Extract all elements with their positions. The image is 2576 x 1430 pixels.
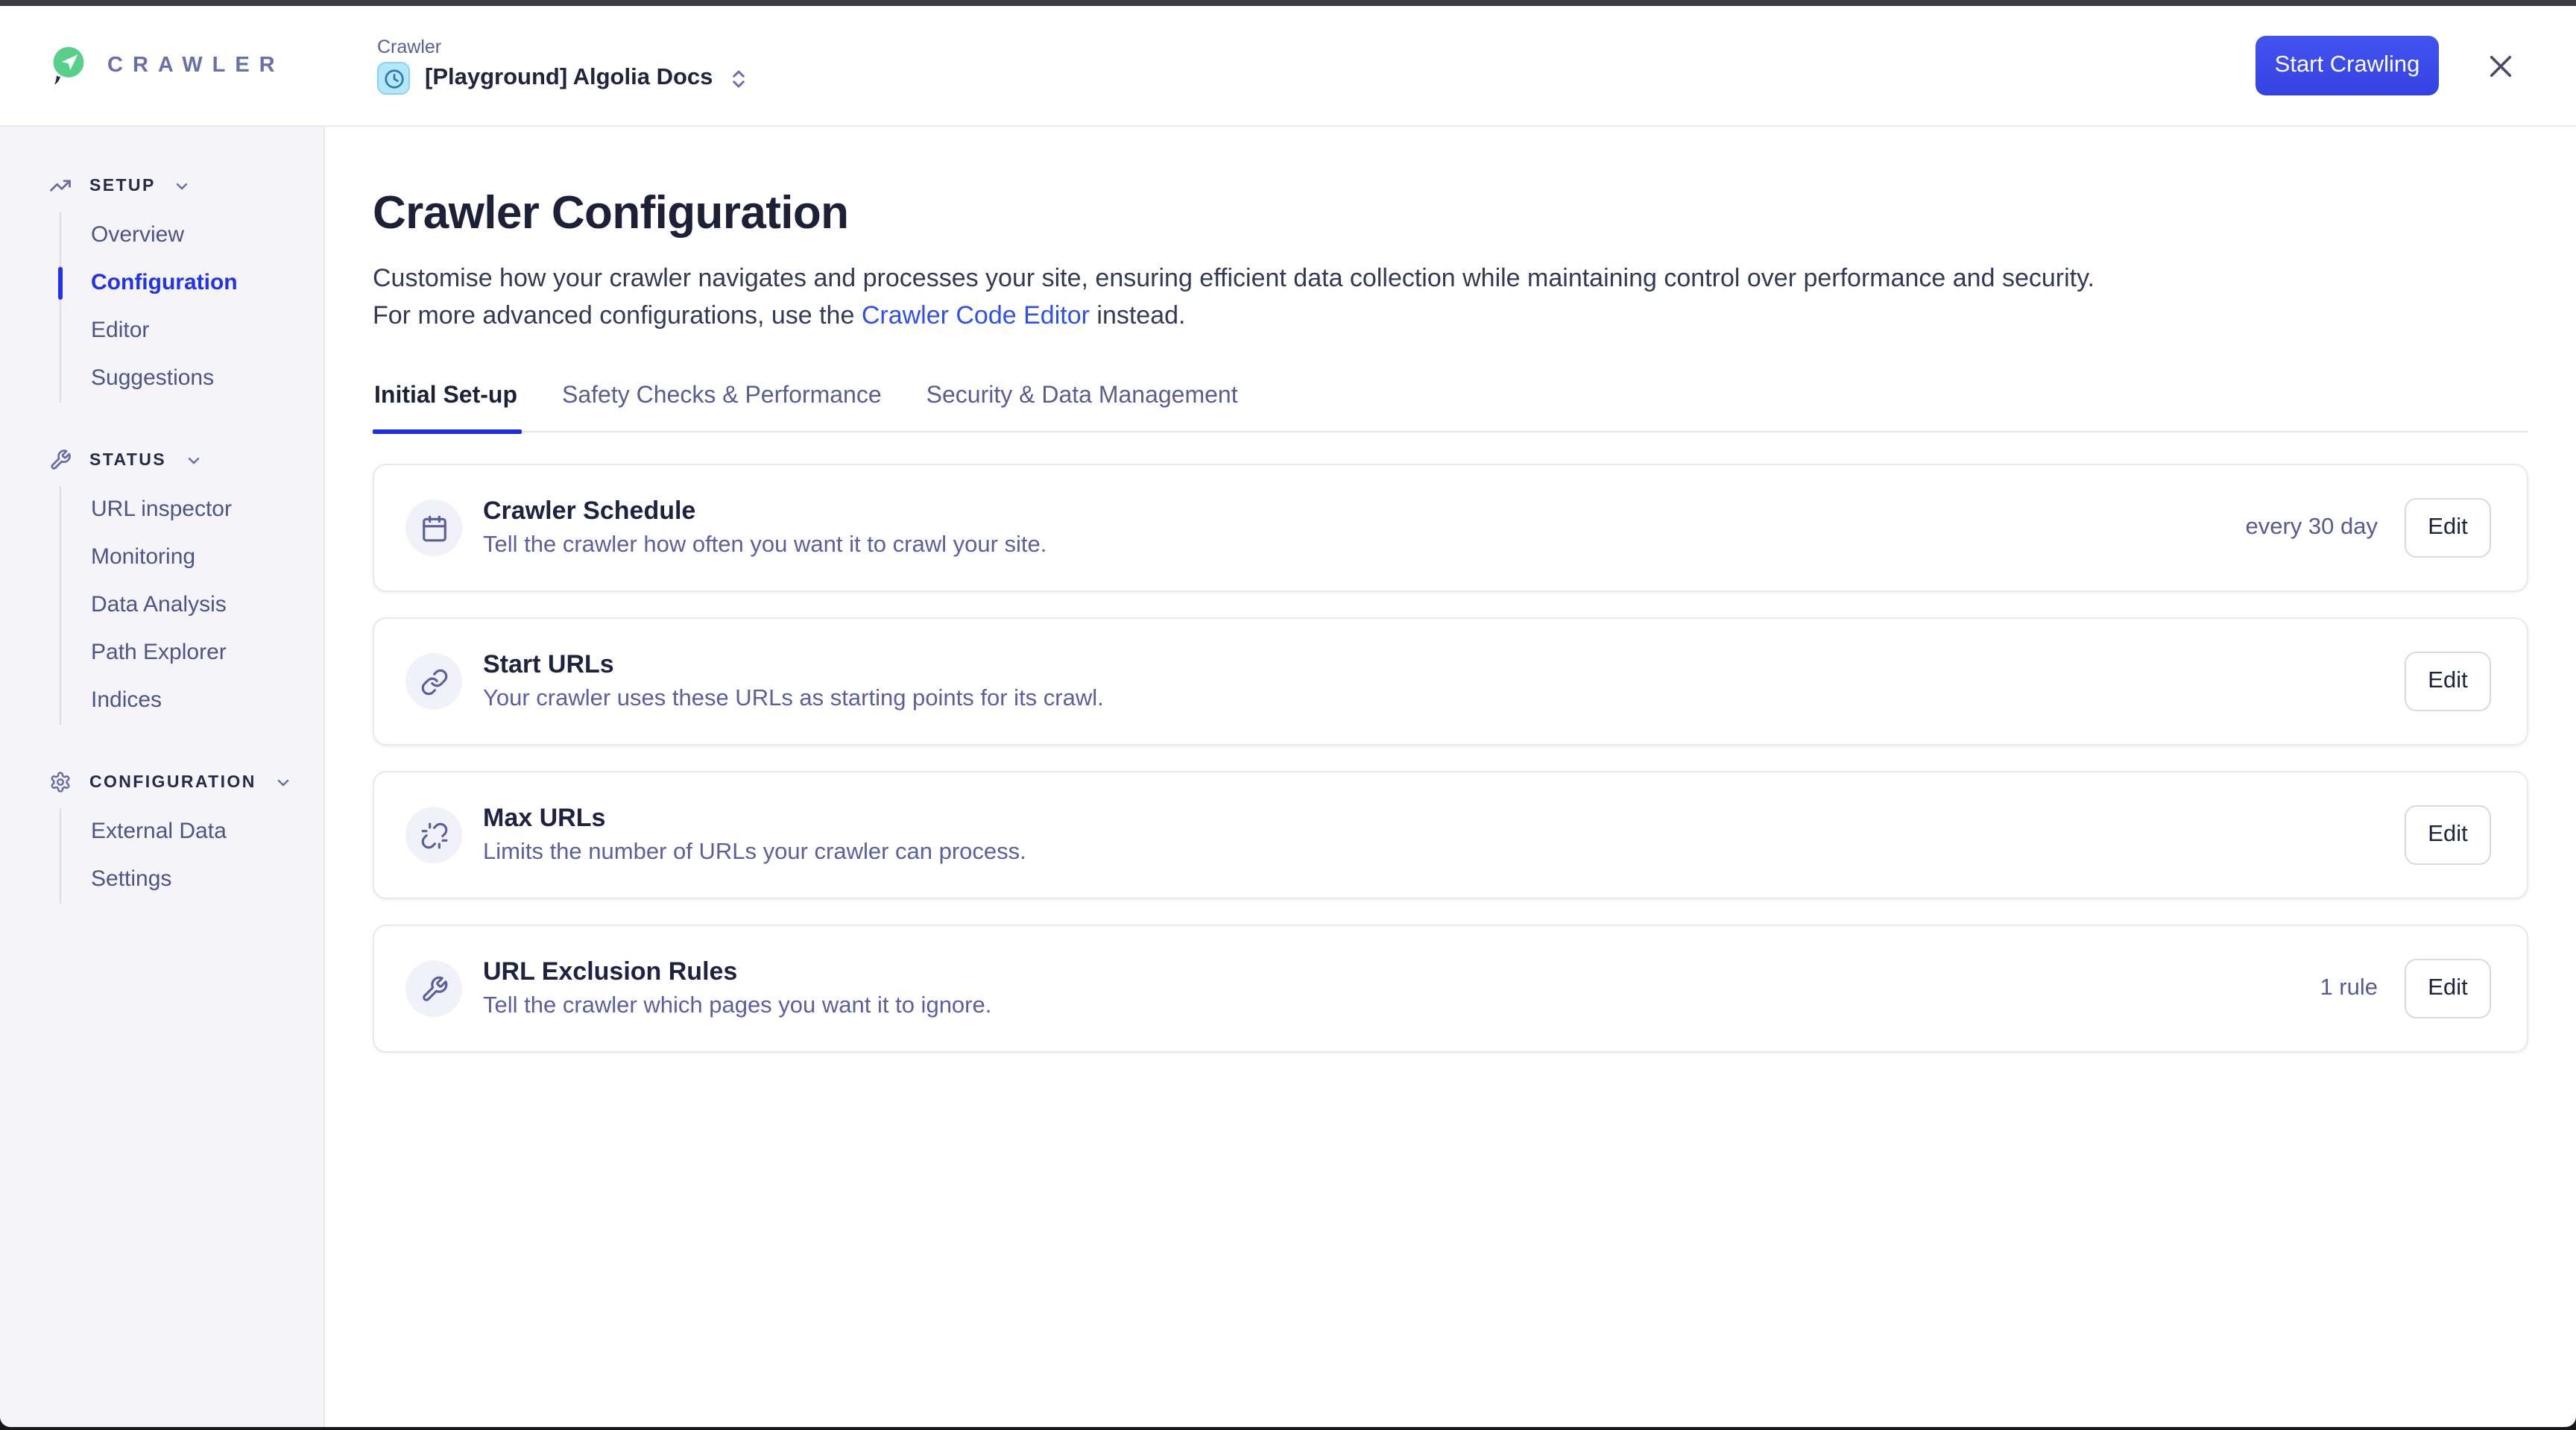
config-card-list: Crawler Schedule Tell the crawler how of… — [373, 464, 2528, 1053]
sidebar-item[interactable]: Data Analysis — [61, 582, 323, 629]
sidebar-section-header-configuration[interactable]: CONFIGURATION — [0, 771, 323, 793]
sidebar-section-label: CONFIGURATION — [89, 773, 256, 791]
crawler-code-editor-link[interactable]: Crawler Code Editor — [862, 301, 1090, 330]
card-icon-circle — [405, 807, 462, 863]
chevron-down-icon — [274, 773, 292, 791]
sidebar-section-header-setup[interactable]: SETUP — [0, 174, 323, 197]
edit-button[interactable]: Edit — [2405, 959, 2491, 1018]
link-icon — [420, 667, 448, 696]
card-title: URL Exclusion Rules — [483, 957, 991, 987]
sidebar-item[interactable]: External Data — [61, 808, 323, 856]
sidebar-section-label: STATUS — [89, 451, 166, 469]
card-title: Start URLs — [483, 650, 1104, 680]
card-title: Crawler Schedule — [483, 497, 1046, 526]
sidebar-item[interactable]: Monitoring — [61, 534, 323, 582]
brand: CRAWLER — [49, 44, 285, 87]
crawler-selector-label: Crawler — [377, 37, 750, 57]
page-description: Customise how your crawler navigates and… — [373, 259, 2528, 334]
config-card: Crawler Schedule Tell the crawler how of… — [373, 464, 2528, 592]
card-title: Max URLs — [483, 804, 1026, 834]
page-title: Crawler Configuration — [373, 186, 2528, 240]
edit-button[interactable]: Edit — [2405, 498, 2491, 558]
sidebar-item[interactable]: Settings — [61, 856, 323, 904]
chevron-down-icon — [174, 177, 192, 195]
sidebar-item[interactable]: URL inspector — [61, 486, 323, 534]
main-content: Crawler Configuration Customise how your… — [325, 127, 2576, 1427]
sidebar-section-label: SETUP — [89, 177, 156, 195]
card-icon-circle — [405, 653, 462, 710]
sidebar-items-setup: Overview Configuration Editor Suggestion… — [60, 212, 323, 403]
card-meta: every 30 day — [2246, 514, 2378, 541]
card-icon-circle — [405, 960, 462, 1017]
tab[interactable]: Initial Set-up — [373, 383, 519, 431]
sidebar-section-setup: SETUP Overview Configuration Editor — [0, 174, 323, 403]
sidebar: SETUP Overview Configuration Editor — [0, 127, 325, 1427]
crawler-selector-value: [Playground] Algolia Docs — [425, 65, 713, 92]
sidebar-section-header-status[interactable]: STATUS — [0, 449, 323, 471]
crawler-logo-icon — [49, 44, 88, 87]
crawler-app-window: CRAWLER Crawler [Playground] Algolia Doc… — [0, 6, 2576, 1427]
tab[interactable]: Security & Data Management — [925, 383, 1240, 431]
card-description: Tell the crawler which pages you want it… — [483, 993, 991, 1020]
start-crawling-button[interactable]: Start Crawling — [2255, 36, 2439, 95]
edit-button[interactable]: Edit — [2405, 652, 2491, 711]
chevron-down-icon — [184, 451, 202, 469]
unlink-icon — [420, 821, 448, 849]
description-line1: Customise how your crawler navigates and… — [373, 264, 2094, 292]
config-card: URL Exclusion Rules Tell the crawler whi… — [373, 925, 2528, 1053]
sidebar-item[interactable]: Indices — [61, 677, 323, 725]
sidebar-item[interactable]: Path Explorer — [61, 629, 323, 677]
edit-button[interactable]: Edit — [2405, 805, 2491, 865]
description-line2-suffix: instead. — [1090, 301, 1186, 330]
sidebar-section-configuration: CONFIGURATION External Data Settings — [0, 771, 323, 904]
chevrons-up-down-icon — [727, 67, 750, 89]
brand-name: CRAWLER — [107, 54, 285, 78]
calendar-icon — [420, 514, 448, 542]
card-icon-circle — [405, 500, 462, 556]
sidebar-items-status: URL inspector Monitoring Data Analysis P… — [60, 486, 323, 725]
gear-icon — [49, 771, 72, 793]
sidebar-item[interactable]: Overview — [61, 212, 323, 259]
wrench-icon — [49, 449, 72, 471]
trending-up-icon — [49, 174, 72, 197]
window-top-strip — [0, 0, 2576, 6]
sidebar-item[interactable]: Editor — [61, 307, 323, 355]
sidebar-section-status: STATUS URL inspector Monitoring Data Ana… — [0, 449, 323, 725]
clock-icon — [377, 62, 410, 95]
close-icon[interactable] — [2485, 50, 2516, 81]
tab-bar: Initial Set-up Safety Checks & Performan… — [373, 383, 2528, 432]
config-card: Start URLs Your crawler uses these URLs … — [373, 617, 2528, 746]
card-description: Limits the number of URLs your crawler c… — [483, 840, 1026, 866]
description-line2-prefix: For more advanced configurations, use th… — [373, 301, 862, 330]
sidebar-item[interactable]: Configuration — [61, 259, 323, 307]
card-meta: 1 rule — [2320, 975, 2378, 1002]
sidebar-item[interactable]: Suggestions — [61, 355, 323, 403]
card-description: Tell the crawler how often you want it t… — [483, 532, 1046, 559]
card-description: Your crawler uses these URLs as starting… — [483, 686, 1104, 713]
wrench-icon — [420, 974, 448, 1003]
top-bar: CRAWLER Crawler [Playground] Algolia Doc… — [0, 6, 2576, 127]
sidebar-items-configuration: External Data Settings — [60, 808, 323, 904]
config-card: Max URLs Limits the number of URLs your … — [373, 771, 2528, 899]
tab[interactable]: Safety Checks & Performance — [561, 383, 883, 431]
crawler-selector[interactable]: Crawler [Playground] Algolia Docs — [377, 37, 750, 95]
